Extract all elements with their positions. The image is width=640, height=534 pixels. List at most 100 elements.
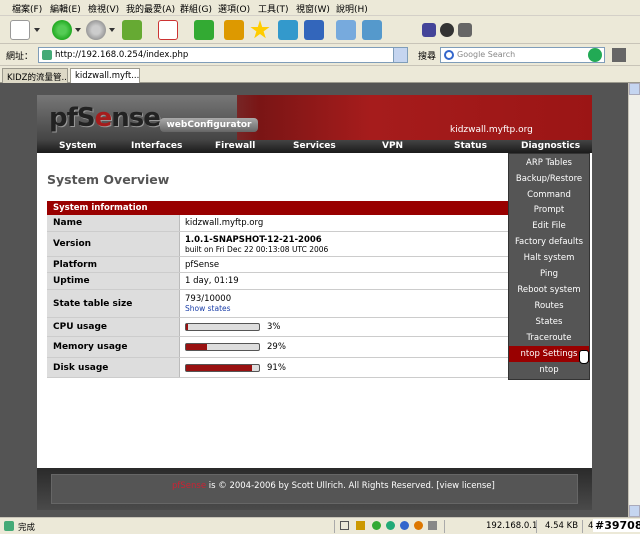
sync-icon[interactable] [386,521,395,530]
menu-item-ntop[interactable]: ntop [509,362,589,378]
menu-groups[interactable]: 群組(G) [180,2,212,15]
name-value: kidzwall.myftp.org [185,218,264,228]
go-icon[interactable] [588,48,602,62]
window-icon[interactable] [278,20,298,40]
build-date: built on Fri Dec 22 00:13:08 UTC 2006 [185,244,329,254]
menu-help[interactable]: 說明(H) [336,2,368,15]
table-row: Memory usage 29% [47,337,509,358]
nav-interfaces[interactable]: Interfaces [131,141,182,151]
search-engine-icon[interactable] [612,48,626,62]
row-label: Disk usage [47,358,180,377]
status-ip: 192.168.0.1 [486,521,538,531]
scroll-up-icon[interactable] [629,83,640,95]
menu-item-reboot-system[interactable]: Reboot system [509,282,589,298]
settings-icon[interactable] [428,521,437,530]
layout-icon[interactable] [336,20,356,40]
menu-edit[interactable]: 編輯(E) [50,2,81,15]
menu-item-ntop-settings[interactable]: ntop Settings [509,346,589,362]
search-icon [444,50,454,60]
menu-tools[interactable]: 工具(T) [258,2,289,15]
cpu-usage-value: 3% [267,322,281,332]
menu-window[interactable]: 視窗(W) [296,2,330,15]
menu-item-traceroute[interactable]: Traceroute [509,330,589,346]
memory-usage-bar [185,343,260,351]
compass-icon[interactable] [440,23,454,37]
row-label: Version [47,232,180,256]
scroll-down-icon[interactable] [629,505,640,517]
row-label: Name [47,215,180,231]
menu-item-command[interactable]: Command [509,187,589,203]
menu-view[interactable]: 檢視(V) [88,2,119,15]
lock-icon [356,521,365,530]
table-row: Name kidzwall.myftp.org [47,215,509,232]
watermark: #39708 [593,519,640,532]
row-label: State table size [47,290,180,317]
uptime-value: 1 day, 01:19 [185,276,239,286]
disk-usage-bar [185,364,260,372]
forward-icon[interactable] [86,20,106,40]
reload-icon[interactable] [194,20,214,40]
menu-item-arp-tables[interactable]: ARP Tables [509,155,589,171]
menu-item-command-prompt[interactable]: Prompt [509,202,589,218]
up-arrow-icon[interactable] [122,20,142,40]
undo-icon[interactable] [304,20,324,40]
footer-brand[interactable]: pfSense [172,481,206,491]
menu-item-edit-file[interactable]: Edit File [509,218,589,234]
page-status-icon [4,521,14,531]
stop-icon[interactable] [158,20,178,40]
nav-system[interactable]: System [59,141,97,151]
list-icon[interactable] [362,20,382,40]
main-nav: System Interfaces Firewall Services VPN … [37,140,592,153]
back-icon[interactable] [52,20,72,40]
platform-value: pfSense [185,259,220,270]
table-row: Uptime 1 day, 01:19 [47,273,509,290]
popup-blocker-icon[interactable] [340,521,349,530]
menu-options[interactable]: 選項(O) [218,2,250,15]
search-input[interactable]: Google Search [440,47,605,63]
show-states-link[interactable]: Show states [185,304,231,313]
nav-firewall[interactable]: Firewall [215,141,255,151]
nav-vpn[interactable]: VPN [382,141,403,151]
menu-item-routes[interactable]: Routes [509,298,589,314]
menu-favorites[interactable]: 我的最愛(A) [126,2,175,15]
menu-file[interactable]: 檔案(F) [12,2,42,15]
table-row: Disk usage 91% [47,358,509,378]
tab-kidzwall[interactable]: kidzwall.myft... [70,68,140,83]
search-placeholder: Google Search [457,50,516,59]
table-row: Platform pfSense [47,257,509,273]
tools-icon[interactable] [458,23,472,37]
page-icon [42,50,52,60]
address-dropdown-icon[interactable] [393,48,407,62]
menu-item-ping[interactable]: Ping [509,266,589,282]
status-size: 4.54 KB [545,521,579,531]
status-text: 完成 [18,523,36,533]
address-input[interactable]: http://192.168.0.254/index.php [38,47,408,63]
nav-services[interactable]: Services [293,141,336,151]
row-label: Platform [47,257,180,272]
status-bar: 完成 192.168.0.1 4.54 KB 4 #39708 [0,517,640,534]
menu-item-halt-system[interactable]: Halt system [509,250,589,266]
row-label: CPU usage [47,318,180,336]
version-value: 1.0.1-SNAPSHOT-12-21-2006 [185,234,322,245]
favorites-star-icon[interactable] [250,20,270,39]
rss-icon[interactable] [414,521,423,530]
addon-icon[interactable] [422,23,436,37]
home-icon[interactable] [224,20,244,40]
network-icon[interactable] [400,521,409,530]
tab-bar: KIDZ的流量管... kidzwall.myft... [0,66,640,83]
row-label: Memory usage [47,337,180,357]
tab-traffic[interactable]: KIDZ的流量管... [2,68,68,83]
vertical-scrollbar[interactable] [628,83,640,517]
tab-label: kidzwall.myft... [75,71,140,81]
menu-item-states[interactable]: States [509,314,589,330]
menu-item-backup-restore[interactable]: Backup/Restore [509,171,589,187]
row-label: Uptime [47,273,180,289]
nav-status[interactable]: Status [454,141,487,151]
nav-diagnostics[interactable]: Diagnostics [521,141,580,151]
new-page-icon[interactable] [10,20,30,40]
addon-status-icon[interactable] [372,521,381,530]
table-row: CPU usage 3% [47,318,509,337]
menu-item-factory-defaults[interactable]: Factory defaults [509,234,589,250]
menu-bar: 檔案(F) 編輯(E) 檢視(V) 我的最愛(A) 群組(G) 選項(O) 工具… [0,0,640,16]
copyright-text: pfSense is © 2004-2006 by Scott Ullrich.… [172,481,495,491]
